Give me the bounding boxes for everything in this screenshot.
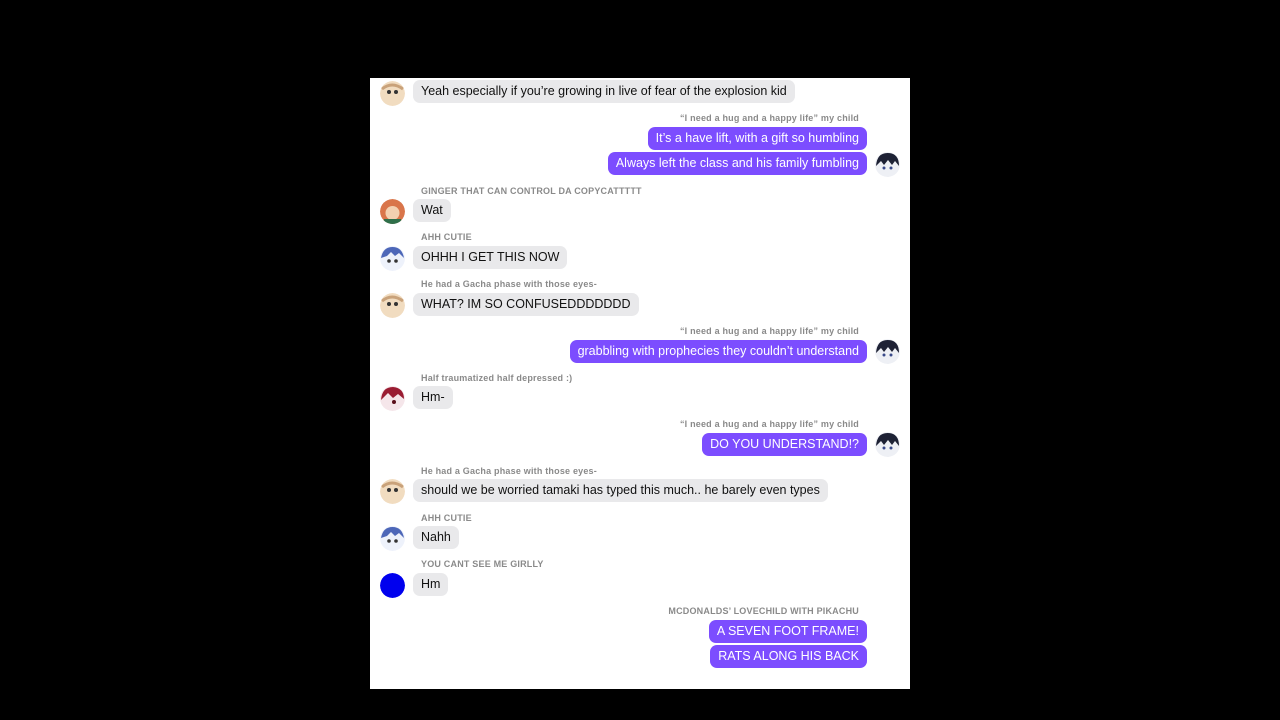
chat-panel: Yeah especially if you’re growing in liv… [370, 78, 910, 689]
message-bubble[interactable]: WHAT? IM SO CONFUSEDDDDDDD [413, 293, 639, 316]
beige-face-icon [380, 81, 405, 106]
message-bubble[interactable]: grabbling with prophecies they couldn’t … [569, 340, 867, 363]
message-bubble[interactable]: DO YOU UNDERSTAND!? [702, 433, 867, 456]
sender-name: Half traumatized half depressed :) [421, 373, 573, 383]
ginger-icon [380, 199, 405, 224]
sender-name: AHH CUTIE [421, 232, 472, 242]
dark-hair-icon [875, 152, 900, 177]
red-hair-icon [380, 386, 405, 411]
message-bubble[interactable]: Wat [413, 199, 451, 222]
blue-hair-icon [380, 246, 405, 271]
blue-hair-icon [380, 526, 405, 551]
message-bubble[interactable]: Nahh [413, 526, 459, 549]
dark-hair-icon [875, 339, 900, 364]
message-bubble[interactable]: Hm [413, 573, 449, 596]
message-bubble[interactable]: Always left the class and his family fum… [607, 152, 867, 175]
sender-name: AHH CUTIE [421, 513, 472, 523]
sender-name: “I need a hug and a happy life” my child [679, 113, 859, 123]
sender-name: YOU CANT SEE ME GIRLLY [421, 559, 544, 569]
message-bubble[interactable]: should we be worried tamaki has typed th… [413, 479, 828, 502]
beige-face-icon [380, 479, 405, 504]
message-bubble[interactable]: Hm- [413, 386, 453, 409]
message-bubble[interactable]: A SEVEN FOOT FRAME! [708, 620, 867, 643]
sender-name: “I need a hug and a happy life” my child [679, 419, 859, 429]
beige-face-icon [380, 293, 405, 318]
message-bubble[interactable]: RATS ALONG HIS BACK [710, 645, 867, 668]
message-bubble[interactable]: Yeah especially if you’re growing in liv… [413, 80, 795, 103]
sender-name: He had a Gacha phase with those eyes- [421, 466, 597, 476]
message-bubble[interactable]: OHHH I GET THIS NOW [413, 246, 568, 269]
sender-name: GINGER THAT CAN CONTROL DA COPYCATTTTT [421, 186, 642, 196]
sender-name: MCDONALDS’ LOVECHILD WITH PIKACHU [668, 606, 859, 616]
message-bubble[interactable]: It’s a have lift, with a gift so humblin… [647, 127, 867, 150]
sender-name: “I need a hug and a happy life” my child [679, 326, 859, 336]
sender-name: He had a Gacha phase with those eyes- [421, 279, 597, 289]
blue-circle-icon [380, 573, 405, 598]
dark-hair-icon [875, 432, 900, 457]
